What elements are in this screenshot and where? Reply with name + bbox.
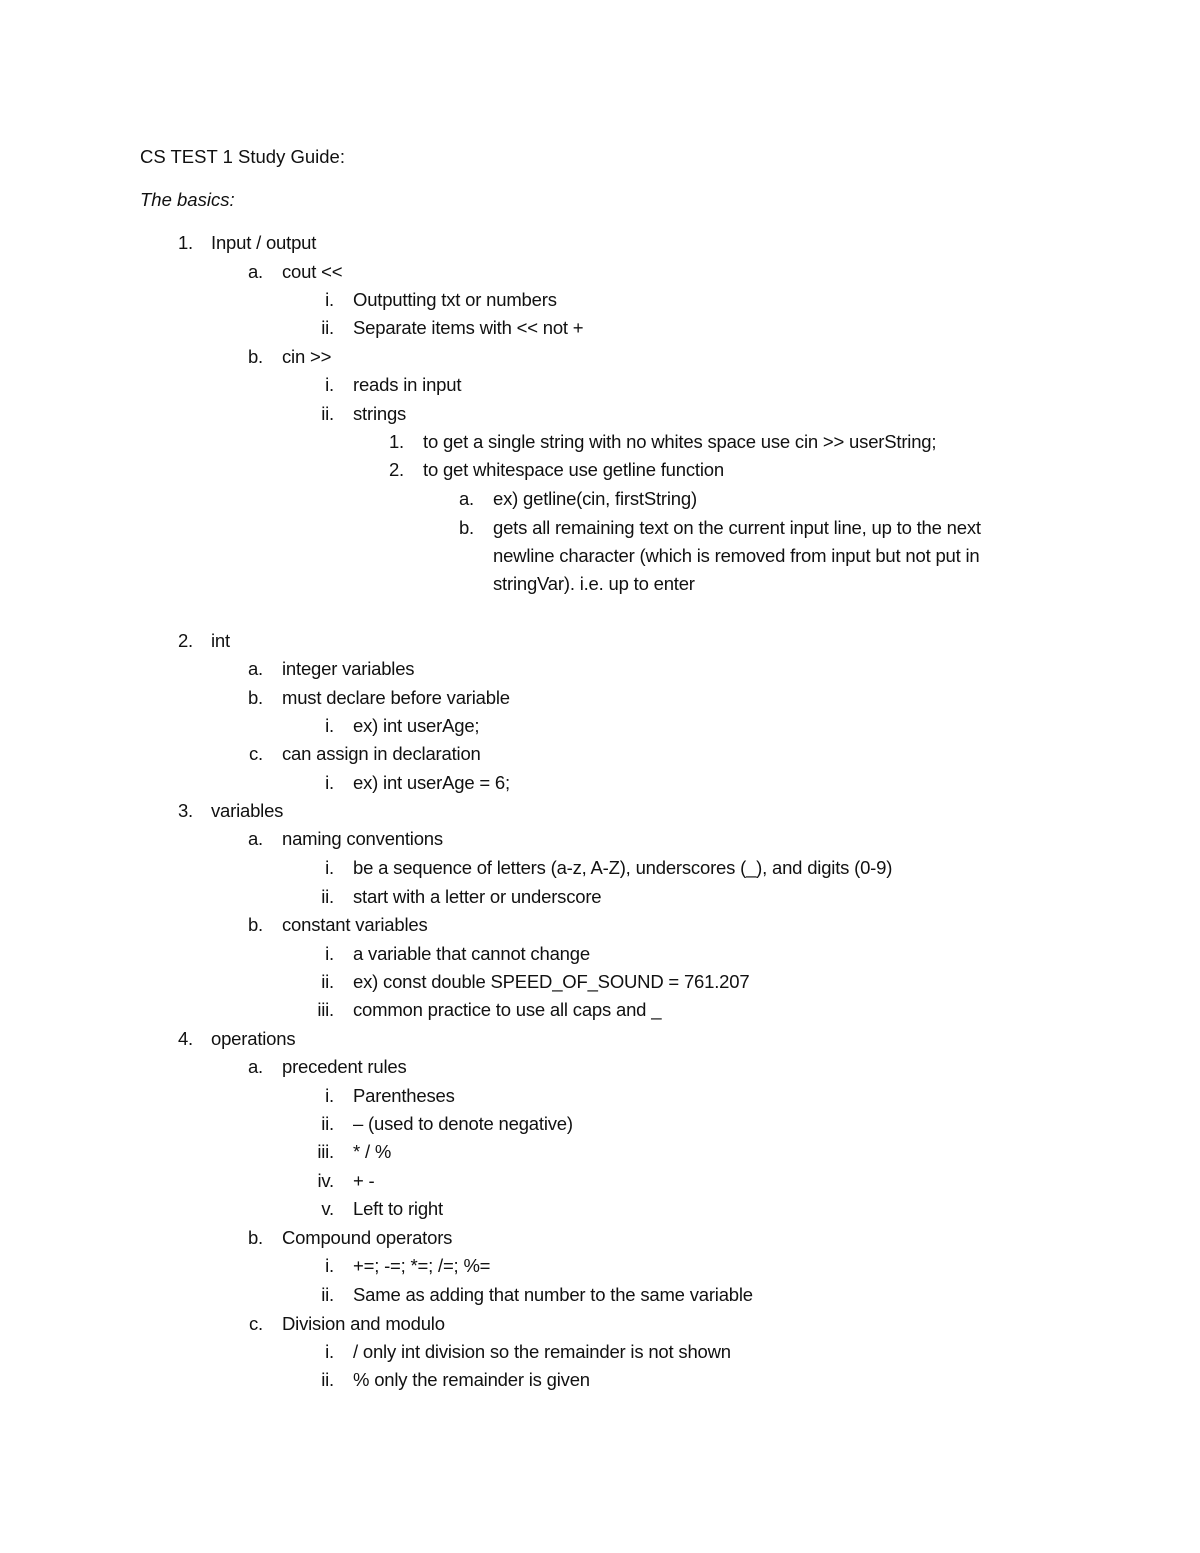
list-item-text: common practice to use all caps and _: [353, 999, 662, 1020]
list-item-text: can assign in declaration: [282, 743, 481, 764]
list-item-text: Compound operators: [282, 1227, 453, 1248]
list-marker: a.: [247, 1056, 263, 1077]
list-marker: iv.: [317, 1170, 334, 1191]
list-item-text: gets all remaining text on the current i…: [493, 517, 981, 538]
list-marker: iii.: [317, 999, 334, 1020]
list-item-text: naming conventions: [282, 828, 443, 849]
list-marker: v.: [321, 1198, 334, 1219]
list-item-text: / only int division so the remainder is …: [353, 1341, 731, 1362]
list-item-text: cout <<: [282, 261, 343, 282]
list-item-text: a variable that cannot change: [353, 943, 590, 964]
list-item-text: Same as adding that number to the same v…: [353, 1284, 753, 1305]
list-item-text: to get whitespace use getline function: [423, 459, 724, 480]
list-marker: 2.: [177, 630, 193, 651]
list-item-text: % only the remainder is given: [353, 1369, 590, 1390]
list-item-text: cin >>: [282, 346, 332, 367]
list-marker: ii.: [321, 403, 334, 424]
list-marker: ii.: [321, 971, 334, 992]
list-marker: i.: [325, 1085, 334, 1106]
list-marker: a.: [247, 828, 263, 849]
list-marker: i.: [325, 374, 334, 395]
list-marker: a.: [458, 488, 474, 509]
list-item-text: newline character (which is removed from…: [493, 545, 980, 566]
list-item-text: Left to right: [353, 1198, 443, 1219]
list-marker: iii.: [317, 1141, 334, 1162]
list-item-text: – (used to denote negative): [353, 1113, 573, 1134]
list-item-text: Division and modulo: [282, 1313, 445, 1334]
list-marker: 1.: [177, 232, 193, 253]
list-item-text: ex) int userAge = 6;: [353, 772, 510, 793]
list-item-text: precedent rules: [282, 1056, 407, 1077]
list-item-text: integer variables: [282, 658, 415, 679]
document-title: CS TEST 1 Study Guide:: [140, 146, 345, 167]
list-item-text: + -: [353, 1170, 375, 1191]
list-marker: 1.: [388, 431, 404, 452]
list-item-text: int: [211, 630, 230, 651]
list-item-text: reads in input: [353, 374, 462, 395]
list-marker: b.: [247, 914, 263, 935]
list-item-text: * / %: [353, 1141, 392, 1162]
list-marker: i.: [325, 943, 334, 964]
list-item-text: constant variables: [282, 914, 428, 935]
list-item-text: ex) const double SPEED_OF_SOUND = 761.20…: [353, 971, 750, 992]
list-item-text: be a sequence of letters (a-z, A-Z), und…: [353, 857, 893, 878]
list-item-text: Parentheses: [353, 1085, 455, 1106]
list-marker: b.: [458, 517, 474, 538]
list-marker: b.: [247, 1227, 263, 1248]
list-item-text: must declare before variable: [282, 687, 510, 708]
list-item-text: Outputting txt or numbers: [353, 289, 557, 310]
list-item-text: strings: [353, 403, 407, 424]
list-marker: c.: [249, 1313, 263, 1334]
list-marker: ii.: [321, 1284, 334, 1305]
list-item-text: +=; -=; *=; /=; %=: [353, 1255, 491, 1276]
list-item-text: Input / output: [211, 232, 317, 253]
list-marker: 3.: [177, 800, 193, 821]
list-marker: 4.: [177, 1028, 193, 1049]
list-item-text: ex) getline(cin, firstString): [493, 488, 697, 509]
list-marker: i.: [325, 772, 334, 793]
list-marker: ii.: [321, 886, 334, 907]
list-item-text: start with a letter or underscore: [353, 886, 602, 907]
list-marker: 2.: [388, 459, 404, 480]
document-page: CS TEST 1 Study Guide: The basics: 1. Inp…: [0, 0, 1200, 1553]
list-item-text: operations: [211, 1028, 296, 1049]
list-marker: i.: [325, 289, 334, 310]
list-marker: b.: [247, 346, 263, 367]
list-item-text: variables: [211, 800, 284, 821]
list-marker: ii.: [321, 317, 334, 338]
list-item-text: stringVar). i.e. up to enter: [493, 573, 695, 594]
list-marker: c.: [249, 743, 263, 764]
list-marker: i.: [325, 1341, 334, 1362]
list-item-text: Separate items with << not +: [353, 317, 584, 338]
list-marker: i.: [325, 857, 334, 878]
list-marker: a.: [247, 261, 263, 282]
list-marker: i.: [325, 715, 334, 736]
list-marker: ii.: [321, 1369, 334, 1390]
section-heading: The basics:: [140, 189, 235, 210]
list-item-text: ex) int userAge;: [353, 715, 480, 736]
list-marker: b.: [247, 687, 263, 708]
list-marker: a.: [247, 658, 263, 679]
list-marker: ii.: [321, 1113, 334, 1134]
list-item-text: to get a single string with no whites sp…: [423, 431, 937, 452]
list-marker: i.: [325, 1255, 334, 1276]
